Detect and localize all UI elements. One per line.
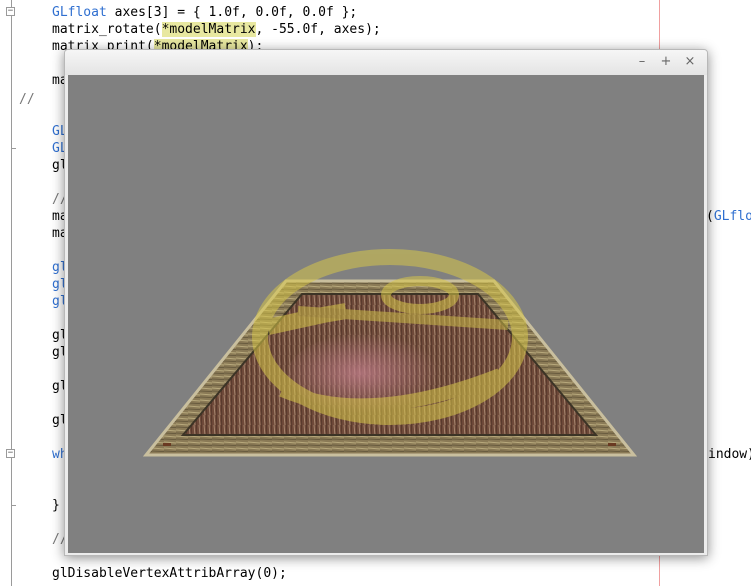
code-highlight: *modelMatrix [161,22,256,37]
minimize-button[interactable]: – [634,54,650,70]
editor-gutter [0,0,20,586]
close-button[interactable]: × [682,54,698,70]
code-line[interactable]: } [52,497,60,514]
code-keyword: GLflo [713,209,751,224]
code-line[interactable]: GLfloat axes[3] = { 1.0f, 0.0f, 0.0f }; [52,4,357,21]
nail-mark [608,443,616,446]
code-text: , -55.0f, axes); [255,22,381,37]
render-viewport[interactable] [68,75,704,553]
code-text: axes[3] = { 1.0f, 0.0f, 0.0f }; [106,5,358,20]
textured-quad-render [142,249,638,457]
fold-tick [11,505,16,506]
code-keyword: GLfloat [52,5,107,20]
maximize-button[interactable]: + [658,54,674,70]
code-line[interactable]: glDisableVertexAttribArray(0); [52,565,287,582]
code-text: matrix_rotate( [52,22,162,37]
comment-marker: // [19,92,35,107]
opengl-window[interactable]: – + × [64,49,708,556]
code-fragment[interactable]: (GLflo [706,208,751,225]
fold-tick [11,148,16,149]
fold-toggle-icon[interactable]: − [6,7,15,16]
fold-toggle-icon[interactable]: − [6,449,15,458]
nail-mark [163,443,171,446]
code-fragment[interactable]: indow) [708,446,751,463]
fold-guide-line [11,0,12,586]
code-line[interactable]: matrix_rotate(*modelMatrix, -55.0f, axes… [52,21,381,38]
window-titlebar[interactable]: – + × [65,50,707,75]
